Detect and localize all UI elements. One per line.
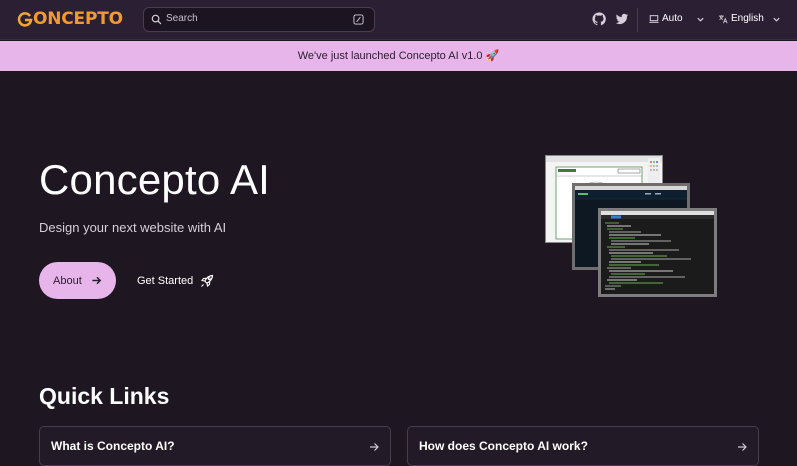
language-label: English xyxy=(731,13,764,24)
monitor-icon xyxy=(649,14,659,23)
chevron-down-icon[interactable] xyxy=(772,15,781,24)
quick-link-label: How does Concepto AI work? xyxy=(419,439,588,453)
announcement-text: We've just launched Concepto AI v1.0 🚀 xyxy=(297,50,500,62)
about-button[interactable]: About xyxy=(39,262,116,299)
get-started-button[interactable]: Get Started xyxy=(137,262,215,299)
quick-link-card[interactable]: How does Concepto AI work? xyxy=(407,426,759,466)
logo-g-icon xyxy=(17,12,33,27)
search-placeholder: Search xyxy=(166,13,198,24)
arrow-right-icon xyxy=(370,443,379,451)
language-dropdown[interactable]: English xyxy=(718,13,764,24)
keyboard-shortcut-icon xyxy=(353,14,364,25)
navbar: ONCEPTO Search Auto English xyxy=(0,0,797,40)
arrow-right-icon xyxy=(738,443,747,451)
rocket-icon xyxy=(201,274,214,287)
hero-subtitle: Design your next website with AI xyxy=(39,220,227,235)
github-icon[interactable] xyxy=(592,12,606,26)
hero-title: Concepto AI xyxy=(39,156,271,203)
translate-icon xyxy=(718,14,728,23)
about-button-label: About xyxy=(53,274,82,287)
quick-link-label: What is Concepto AI? xyxy=(51,439,175,453)
get-started-label: Get Started xyxy=(137,274,194,287)
code-editor-preview xyxy=(601,211,714,294)
theme-label: Auto xyxy=(662,13,683,24)
search-input[interactable]: Search xyxy=(143,7,375,32)
twitter-icon[interactable] xyxy=(615,12,629,26)
nav-divider xyxy=(637,8,638,32)
hero-illustration-screen-3 xyxy=(598,208,717,297)
logo[interactable]: ONCEPTO xyxy=(17,9,123,29)
chevron-down-icon[interactable] xyxy=(696,15,705,24)
announcement-banner: We've just launched Concepto AI v1.0 🚀 xyxy=(0,41,797,71)
logo-text: ONCEPTO xyxy=(33,9,123,29)
quick-links-title: Quick Links xyxy=(39,383,170,409)
theme-dropdown[interactable]: Auto xyxy=(649,13,683,24)
search-icon xyxy=(151,14,162,25)
arrow-right-icon xyxy=(92,276,102,285)
quick-link-card[interactable]: What is Concepto AI? xyxy=(39,426,391,466)
